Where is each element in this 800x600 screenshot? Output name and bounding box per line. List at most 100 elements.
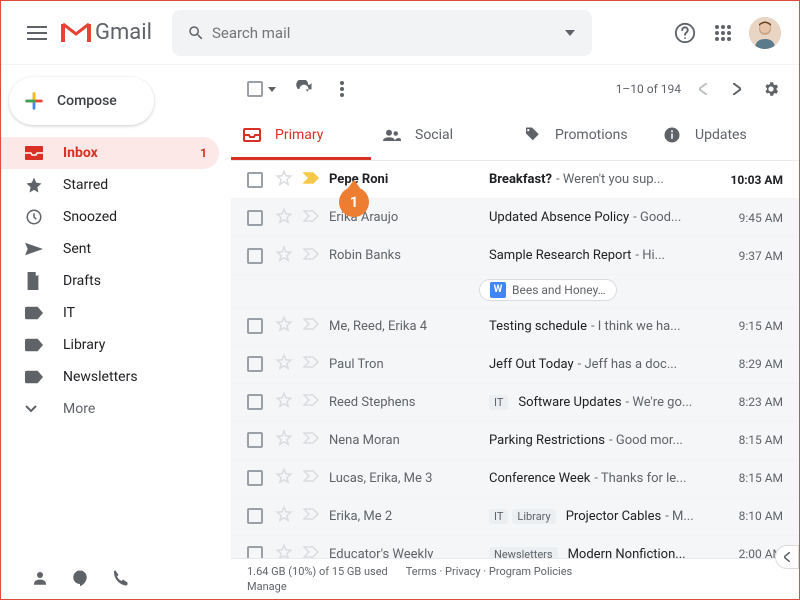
star-button[interactable] <box>275 543 295 558</box>
apps-button[interactable] <box>711 21 735 45</box>
email-time: 8:15 AM <box>719 471 783 485</box>
email-row[interactable]: Robin BanksSample Research Report - Hi..… <box>231 237 799 275</box>
row-checkbox[interactable] <box>247 248 263 264</box>
main-panel: 1–10 of 194 Primary Social Promotions <box>231 65 799 599</box>
search-options-button[interactable] <box>556 30 584 36</box>
account-avatar[interactable] <box>749 17 781 49</box>
row-checkbox[interactable] <box>247 318 263 334</box>
footer: 1.64 GB (10%) of 15 GB used Manage Terms… <box>231 558 799 599</box>
importance-marker[interactable] <box>303 318 321 334</box>
star-button[interactable] <box>275 429 295 451</box>
star-button[interactable] <box>275 245 295 267</box>
email-row[interactable]: Paul TronJeff Out Today - Jeff has a doc… <box>231 346 799 384</box>
sidebar-item-drafts[interactable]: Drafts <box>1 265 219 297</box>
star-button[interactable] <box>275 505 295 527</box>
importance-marker[interactable] <box>303 508 321 524</box>
side-panel-toggle[interactable] <box>775 545 799 569</box>
importance-marker[interactable] <box>303 356 321 372</box>
settings-button[interactable] <box>759 77 783 101</box>
select-all-checkbox[interactable] <box>247 81 263 97</box>
phone-icon[interactable] <box>111 569 129 587</box>
manage-storage-link[interactable]: Manage <box>247 580 388 593</box>
sidebar-item-sent[interactable]: Sent <box>1 233 219 265</box>
help-button[interactable] <box>673 21 697 45</box>
email-summary: Breakfast? - Weren't you sup... <box>489 172 709 187</box>
email-summary: Sample Research Report - Hi... <box>489 248 709 263</box>
more-button[interactable] <box>332 79 352 99</box>
library-icon <box>25 338 45 352</box>
sidebar-item-starred[interactable]: Starred <box>1 169 219 201</box>
word-doc-icon: W <box>490 282 506 298</box>
row-checkbox[interactable] <box>247 210 263 226</box>
select-all[interactable] <box>247 81 276 97</box>
row-checkbox[interactable] <box>247 394 263 410</box>
hangouts-icon[interactable] <box>71 569 89 587</box>
sidebar-item-newsletters[interactable]: Newsletters <box>1 361 219 393</box>
importance-marker[interactable] <box>303 432 321 448</box>
row-checkbox[interactable] <box>247 356 263 372</box>
importance-marker[interactable] <box>303 172 321 188</box>
importance-marker[interactable] <box>303 210 321 226</box>
inbox-icon <box>25 146 45 160</box>
policies-link[interactable]: Program Policies <box>489 565 572 578</box>
email-time: 8:29 AM <box>719 357 783 371</box>
gmail-logo[interactable]: Gmail <box>61 20 152 45</box>
sidebar-item-more[interactable]: More <box>1 393 219 425</box>
row-checkbox[interactable] <box>247 508 263 524</box>
email-time: 8:15 AM <box>719 433 783 447</box>
sidebar-item-inbox[interactable]: Inbox1 <box>1 137 219 169</box>
importance-marker[interactable] <box>303 248 321 264</box>
email-summary: ITSoftware Updates - We're go... <box>489 395 709 410</box>
next-page-button[interactable] <box>725 77 749 101</box>
privacy-link[interactable]: Privacy <box>445 565 481 578</box>
compose-label: Compose <box>57 93 117 109</box>
compose-button[interactable]: Compose <box>9 77 154 125</box>
row-checkbox[interactable] <box>247 546 263 558</box>
importance-marker[interactable] <box>303 394 321 410</box>
prev-page-button[interactable] <box>691 77 715 101</box>
email-row[interactable]: Lucas, Erika, Me 3Conference Week - Than… <box>231 460 799 498</box>
search-input[interactable] <box>212 24 556 42</box>
email-time: 9:37 AM <box>719 249 783 263</box>
email-time: 9:15 AM <box>719 319 783 333</box>
attachment-row: WBees and Honey… <box>231 275 799 308</box>
tab-primary[interactable]: Primary <box>231 113 371 160</box>
importance-marker[interactable] <box>303 470 321 486</box>
main-menu-button[interactable] <box>13 9 61 57</box>
star-button[interactable] <box>275 467 295 489</box>
row-checkbox[interactable] <box>247 172 263 188</box>
tab-promotions[interactable]: Promotions <box>511 113 651 160</box>
email-row[interactable]: Nena MoranParking Restrictions - Good mo… <box>231 422 799 460</box>
email-row[interactable]: Reed StephensITSoftware Updates - We're … <box>231 384 799 422</box>
email-row[interactable]: Educator's WeeklyNewslettersModern Nonfi… <box>231 536 799 559</box>
it-icon <box>25 306 45 320</box>
row-checkbox[interactable] <box>247 470 263 486</box>
person-icon[interactable] <box>31 569 49 587</box>
attachment-chip[interactable]: WBees and Honey… <box>479 279 617 301</box>
email-summary: Testing schedule - I think we ha... <box>489 319 709 334</box>
star-button[interactable] <box>275 353 295 375</box>
email-time: 8:23 AM <box>719 395 783 409</box>
star-button[interactable] <box>275 169 295 191</box>
refresh-button[interactable] <box>294 79 314 99</box>
email-row[interactable]: Pepe RoniBreakfast? - Weren't you sup...… <box>231 161 799 199</box>
sender-name: Nena Moran <box>329 433 489 448</box>
tab-updates[interactable]: Updates <box>651 113 791 160</box>
caret-down-icon[interactable] <box>268 87 276 92</box>
star-button[interactable] <box>275 391 295 413</box>
row-checkbox[interactable] <box>247 432 263 448</box>
tab-social[interactable]: Social <box>371 113 511 160</box>
email-row[interactable]: Erika, Me 2ITLibraryProjector Cables - M… <box>231 498 799 536</box>
terms-link[interactable]: Terms <box>406 565 437 578</box>
star-button[interactable] <box>275 315 295 337</box>
search-bar[interactable] <box>172 10 592 56</box>
sender-name: Me, Reed, Erika 4 <box>329 319 489 334</box>
importance-marker[interactable] <box>303 546 321 558</box>
header-actions <box>673 17 787 49</box>
sidebar-item-library[interactable]: Library <box>1 329 219 361</box>
star-button[interactable] <box>275 207 295 229</box>
sidebar-item-snoozed[interactable]: Snoozed <box>1 201 219 233</box>
email-row[interactable]: Erika AraujoUpdated Absence Policy - Goo… <box>231 199 799 237</box>
sidebar-item-it[interactable]: IT <box>1 297 219 329</box>
email-row[interactable]: Me, Reed, Erika 4Testing schedule - I th… <box>231 308 799 346</box>
